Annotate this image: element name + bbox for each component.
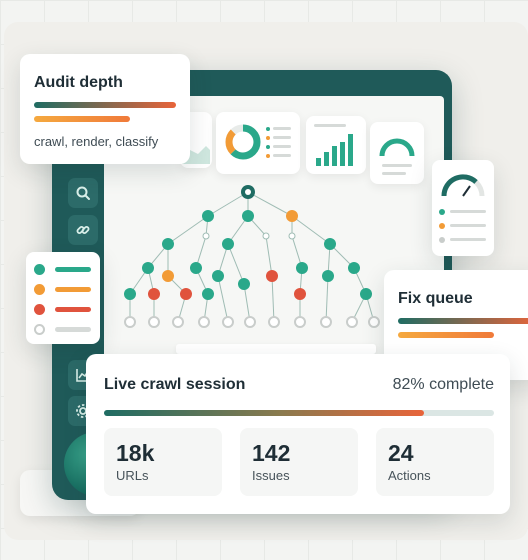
site-tree: [124, 185, 380, 328]
status-row-error: [34, 302, 114, 316]
session-progress-fill: [104, 410, 424, 416]
error-icon: [34, 303, 45, 315]
session-progress-text: 82% complete: [392, 376, 494, 393]
stat-value: 142: [252, 440, 291, 466]
stat-value: 24: [388, 440, 414, 466]
status-row-pending: [34, 322, 114, 336]
session-title: Live crawl session: [104, 376, 246, 393]
status-row-ok: [34, 262, 114, 276]
fix-queue-title: Fix queue: [398, 290, 473, 307]
gauge-widget-small: [370, 122, 424, 184]
pending-icon: [34, 323, 45, 335]
stat-urls: 18k URLs: [104, 428, 222, 496]
audit-depth-title: Audit depth: [34, 74, 123, 91]
audit-depth-bar-secondary: [34, 116, 130, 122]
donut-widget: [216, 112, 300, 174]
audit-depth-subtitle: crawl, render, classify: [34, 134, 159, 149]
status-row-warning: [34, 282, 114, 296]
fix-queue-bar-secondary: [398, 332, 494, 338]
gauge-card: [432, 160, 494, 256]
stat-issues: 142 Issues: [240, 428, 358, 496]
stat-label: Actions: [388, 468, 431, 483]
stat-value: 18k: [116, 440, 155, 466]
search-icon[interactable]: [68, 178, 98, 208]
audit-depth-bar-primary: [34, 102, 176, 108]
audit-depth-card: Audit depth crawl, render, classify: [20, 54, 190, 164]
link-icon[interactable]: [68, 215, 98, 245]
check-icon: [34, 263, 45, 275]
fix-queue-bar-primary: [398, 318, 528, 324]
warning-icon: [34, 283, 45, 295]
stat-label: URLs: [116, 468, 149, 483]
stat-actions: 24 Actions: [376, 428, 494, 496]
status-legend-card: [26, 252, 100, 344]
bar-widget: [306, 116, 366, 174]
screen-footer-strip: [176, 344, 376, 354]
session-progress-track: [104, 410, 494, 416]
stat-label: Issues: [252, 468, 290, 483]
